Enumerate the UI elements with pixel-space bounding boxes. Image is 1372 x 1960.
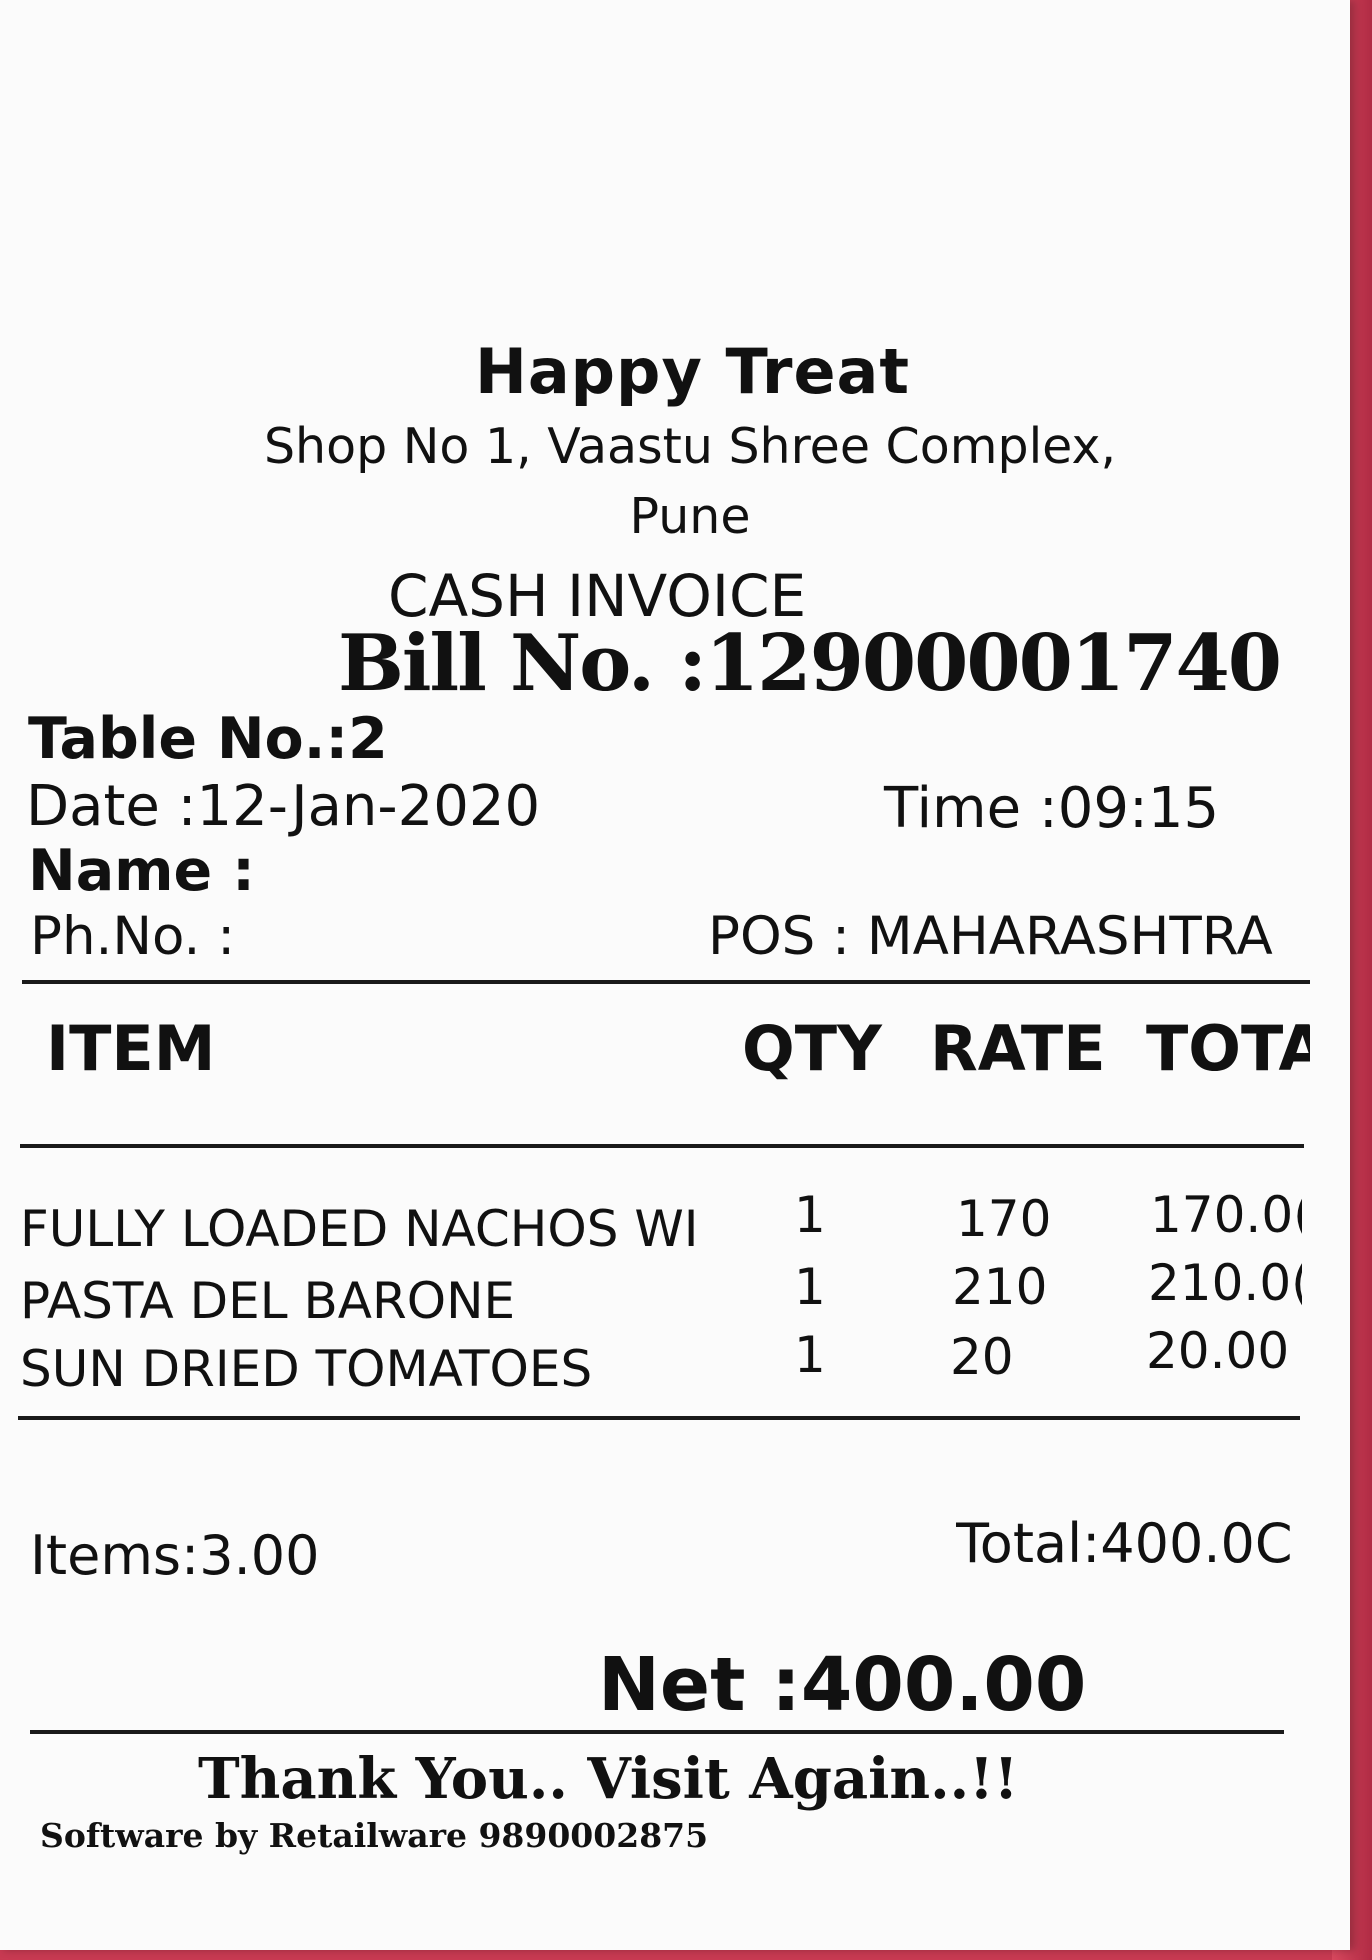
item-rate: 20 xyxy=(950,1328,1014,1386)
item-total: 210.0( xyxy=(1148,1254,1302,1312)
item-qty: 1 xyxy=(794,1186,826,1244)
item-name: SUN DRIED TOMATOES xyxy=(20,1340,593,1398)
divider-items xyxy=(18,1416,1300,1420)
subtotal: Total:400.0C xyxy=(956,1512,1293,1575)
item-total: 170.0( xyxy=(1150,1186,1302,1244)
receipt-paper: Happy Treat Shop No 1, Vaastu Shree Comp… xyxy=(0,0,1350,1950)
items-count: Items:3.00 xyxy=(30,1524,320,1587)
shop-address-line1: Shop No 1, Vaastu Shree Complex, xyxy=(263,418,1117,475)
item-name: FULLY LOADED NACHOS WI xyxy=(20,1200,699,1258)
item-qty: 1 xyxy=(794,1258,826,1316)
item-name: PASTA DEL BARONE xyxy=(20,1272,516,1330)
bill-time: Time :09:15 xyxy=(884,776,1220,841)
column-header-rate: RATE xyxy=(930,1012,1106,1085)
item-rate: 210 xyxy=(952,1258,1048,1316)
thank-you-message: Thank You.. Visit Again..!! xyxy=(198,1746,1019,1812)
column-header-total: TOTA xyxy=(1146,1012,1310,1085)
bill-date: Date :12-Jan-2020 xyxy=(26,774,541,839)
column-header-qty: QTY xyxy=(742,1012,882,1085)
table-number: Table No.:2 xyxy=(28,706,388,772)
shop-address-line2: Pune xyxy=(629,488,751,545)
shop-name: Happy Treat xyxy=(474,335,911,408)
software-credit: Software by Retailware 9890002875 xyxy=(40,1816,709,1855)
divider-top xyxy=(22,980,1310,984)
customer-name-label: Name : xyxy=(28,838,255,904)
phone-label: Ph.No. : xyxy=(30,906,236,967)
pos-state: POS : MAHARASHTRA xyxy=(708,906,1273,967)
divider-header xyxy=(20,1144,1304,1148)
divider-bottom xyxy=(30,1730,1284,1734)
item-qty: 1 xyxy=(794,1326,826,1384)
item-total: 20.00 xyxy=(1146,1322,1290,1380)
net-amount: Net :400.00 xyxy=(598,1642,1087,1728)
column-header-item: ITEM xyxy=(46,1012,216,1085)
item-rate: 170 xyxy=(956,1190,1052,1248)
bill-number: Bill No. :12900001740 xyxy=(338,618,1282,709)
